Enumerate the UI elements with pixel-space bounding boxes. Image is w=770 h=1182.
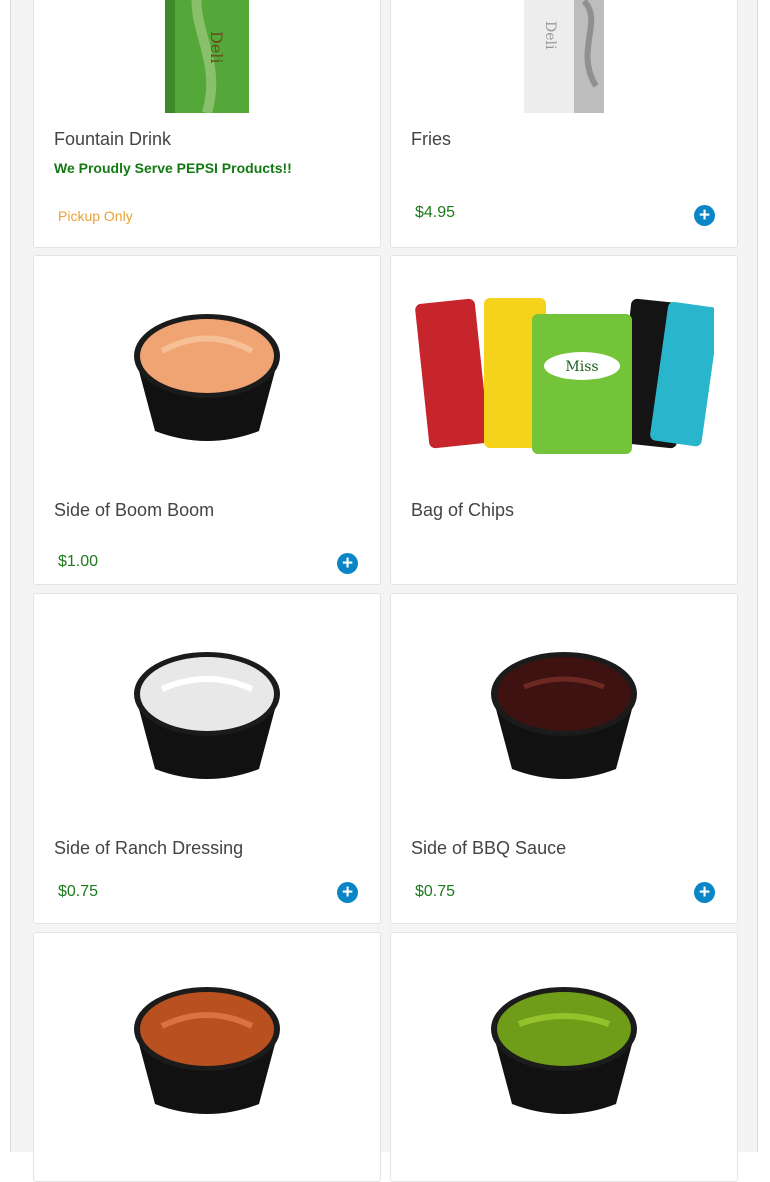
fountain-drink-image: Deli [34, 0, 380, 113]
chips-image: Miss [391, 286, 737, 456]
item-note: We Proudly Serve PEPSI Products!! [54, 160, 292, 176]
menu-item-card[interactable] [33, 932, 381, 1182]
menu-item-card[interactable]: Side of Boom Boom $1.00 + [33, 255, 381, 585]
item-name: Fries [411, 129, 451, 149]
add-to-cart-button[interactable]: + [694, 205, 715, 226]
fries-image: Deli [391, 0, 737, 113]
item-price: $1.00 [58, 553, 99, 570]
svg-text:Miss: Miss [565, 359, 598, 375]
menu-item-card[interactable] [390, 932, 738, 1182]
menu-item-card[interactable]: Side of Ranch Dressing $0.75 + [33, 593, 381, 924]
menu-panel: Deli Fountain Drink We Proudly Serve PEP… [10, 0, 758, 1182]
item-name: Bag of Chips [411, 500, 515, 520]
sauce-cup-image [34, 959, 380, 1129]
svg-text:Deli: Deli [542, 21, 558, 50]
item-price: $0.75 [415, 883, 456, 900]
add-to-cart-button[interactable]: + [694, 882, 715, 903]
menu-item-card[interactable]: Miss Bag of Chips [390, 255, 738, 585]
sauce-cup-image [34, 286, 380, 456]
item-name: Side of BBQ Sauce [411, 838, 567, 858]
add-to-cart-button[interactable]: + [337, 553, 358, 574]
menu-item-card[interactable]: Deli Fountain Drink We Proudly Serve PEP… [33, 0, 381, 248]
item-name: Fountain Drink [54, 129, 172, 149]
item-name: Side of Ranch Dressing [54, 838, 244, 858]
svg-text:Deli: Deli [207, 31, 226, 64]
add-to-cart-button[interactable]: + [337, 882, 358, 903]
item-price: $0.75 [58, 883, 99, 900]
item-name: Side of Boom Boom [54, 500, 215, 520]
sauce-cup-image [34, 624, 380, 794]
sauce-cup-image [391, 624, 737, 794]
sauce-cup-image [391, 959, 737, 1129]
item-price: $4.95 [415, 204, 456, 221]
menu-item-card[interactable]: Deli Fries $4.95 + [390, 0, 738, 248]
pickup-only-label: Pickup Only [58, 208, 133, 224]
menu-item-card[interactable]: Side of BBQ Sauce $0.75 + [390, 593, 738, 924]
